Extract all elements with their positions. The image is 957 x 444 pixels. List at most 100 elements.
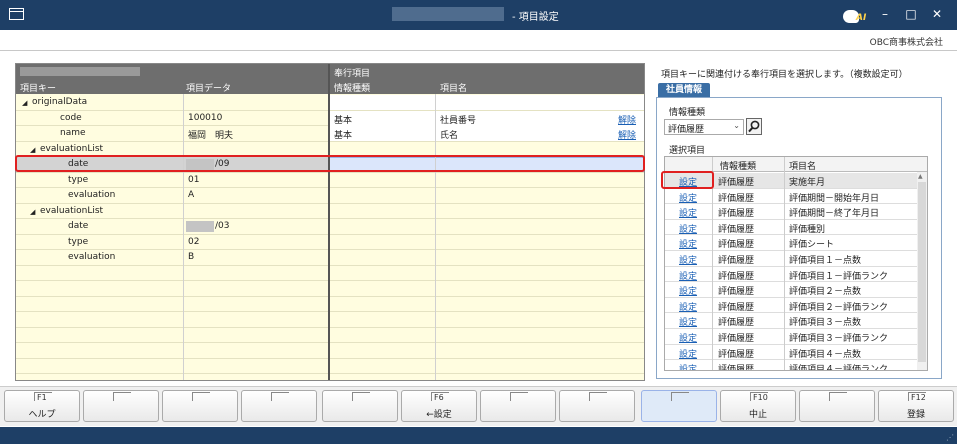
- grid-row[interactable]: type 01: [16, 173, 644, 188]
- item-key: date: [68, 221, 89, 231]
- grid-row[interactable]: [16, 343, 644, 359]
- grid-row-bugyo-cell[interactable]: [329, 235, 644, 250]
- title-redacted: [392, 7, 504, 21]
- settei-link[interactable]: 設定: [679, 191, 697, 204]
- settei-link[interactable]: 設定: [679, 347, 697, 360]
- title-bar: - 項目設定 AI – □ ✕: [0, 0, 957, 30]
- function-key-4[interactable]: [241, 390, 317, 422]
- highlight-settei-link: [661, 171, 714, 189]
- settei-link[interactable]: 設定: [679, 362, 697, 370]
- function-key-label: ←設定: [426, 410, 452, 420]
- selection-row: 設定 評価履歴 評価期間－終了年月日: [665, 204, 918, 220]
- function-key-6[interactable]: F6 ←設定: [401, 390, 477, 422]
- selection-item-name: 評価項目４－点数: [789, 349, 862, 360]
- settei-link[interactable]: 設定: [679, 222, 697, 235]
- function-key-number: [510, 392, 528, 401]
- info-type-select[interactable]: 評価履歴 ⌄: [664, 119, 744, 135]
- grid-row[interactable]: date/03: [16, 219, 644, 235]
- release-link[interactable]: 解除: [618, 128, 636, 141]
- grid-row[interactable]: [16, 328, 644, 343]
- grid-row-bugyo-cell[interactable]: [329, 343, 644, 358]
- selection-item-name: 評価期間－開始年月日: [789, 193, 880, 204]
- function-key-11[interactable]: [799, 390, 875, 422]
- grid-row[interactable]: evaluation A: [16, 188, 644, 204]
- grid-row-bugyo-cell[interactable]: [329, 328, 644, 343]
- group-header-redacted: [20, 67, 140, 76]
- maximize-button[interactable]: □: [903, 6, 919, 22]
- function-key-9[interactable]: [641, 390, 717, 422]
- expand-toggle-icon[interactable]: ◢: [30, 146, 35, 154]
- selection-info-type: 評価履歴: [718, 318, 755, 329]
- settei-link[interactable]: 設定: [679, 253, 697, 266]
- grid-row-bugyo-cell[interactable]: [329, 297, 644, 312]
- grid-row-bugyo-cell[interactable]: [329, 266, 644, 281]
- selection-item-name: 評価項目３－点数: [789, 318, 862, 329]
- selection-info-type: 評価履歴: [718, 256, 755, 266]
- company-name: OBC商事株式会社: [869, 38, 943, 48]
- grid-row-bugyo-cell[interactable]: [329, 281, 644, 296]
- close-button[interactable]: ✕: [929, 6, 945, 22]
- function-key-7[interactable]: [480, 390, 556, 422]
- grid-row[interactable]: [16, 297, 644, 312]
- selection-info-type: 評価履歴: [718, 193, 755, 204]
- function-key-2[interactable]: [83, 390, 159, 422]
- grid-row-bugyo-cell[interactable]: [329, 110, 644, 126]
- selection-row: 設定 評価履歴 評価項目３－点数: [665, 313, 918, 329]
- grid-row[interactable]: [16, 266, 644, 281]
- search-button[interactable]: [746, 118, 762, 135]
- grid-row[interactable]: evaluation B: [16, 250, 644, 266]
- function-key-12[interactable]: F12 登録: [878, 390, 954, 422]
- settei-link[interactable]: 設定: [679, 269, 697, 282]
- selection-info-type: 評価履歴: [718, 224, 755, 235]
- grid-row[interactable]: ◢ evaluationList: [16, 204, 644, 219]
- selection-info-type: 評価履歴: [718, 209, 755, 220]
- grid-row-bugyo-cell[interactable]: [329, 188, 644, 203]
- col-header-item-name: 項目名: [440, 84, 468, 94]
- settei-link[interactable]: 設定: [679, 315, 697, 328]
- grid-row[interactable]: [16, 359, 644, 374]
- settei-link[interactable]: 設定: [679, 300, 697, 313]
- redacted-value: [186, 221, 214, 232]
- grid-row-bugyo-cell[interactable]: [329, 204, 644, 219]
- function-key-10[interactable]: F10 中止: [720, 390, 796, 422]
- function-key-3[interactable]: [162, 390, 238, 422]
- function-key-number: F6: [431, 392, 449, 402]
- grid-row-bugyo-cell[interactable]: [329, 250, 644, 265]
- grid-row[interactable]: name 福岡 明夫 基本 氏名 解除: [16, 126, 644, 142]
- grid-row-bugyo-cell[interactable]: [329, 126, 644, 141]
- grid-row-bugyo-cell[interactable]: [329, 95, 644, 110]
- selection-scrollbar[interactable]: ▲: [917, 172, 927, 370]
- settei-link[interactable]: 設定: [679, 206, 697, 219]
- item-key: originalData: [32, 97, 88, 107]
- grid-row-bugyo-cell[interactable]: [329, 173, 644, 188]
- grid-row[interactable]: type 02: [16, 235, 644, 250]
- scroll-thumb[interactable]: [918, 182, 926, 362]
- selection-row: 設定 評価履歴 評価期間－開始年月日: [665, 189, 918, 205]
- expand-toggle-icon[interactable]: ◢: [22, 99, 27, 107]
- function-key-1[interactable]: F1 ヘルプ: [4, 390, 80, 422]
- selection-item-name: 評価項目２－評価ランク: [789, 302, 889, 313]
- selection-row: 設定 評価履歴 評価種別: [665, 220, 918, 236]
- ai-logo-icon: AI: [840, 4, 870, 26]
- settei-link[interactable]: 設定: [679, 237, 697, 250]
- function-key-number: F1: [34, 392, 52, 402]
- grid-row-bugyo-cell[interactable]: [329, 359, 644, 374]
- release-link[interactable]: 解除: [618, 113, 636, 126]
- item-key: evaluationList: [40, 205, 104, 216]
- tab-employee-info[interactable]: 社員情報: [658, 83, 710, 98]
- grid-row[interactable]: [16, 312, 644, 328]
- settei-link[interactable]: 設定: [679, 284, 697, 297]
- minimize-button[interactable]: –: [877, 6, 893, 22]
- item-key: evaluation: [68, 190, 116, 200]
- grid-row[interactable]: ◢ originalData: [16, 95, 644, 111]
- grid-row[interactable]: code 100010 基本 社員番号 解除: [16, 110, 644, 126]
- function-key-8[interactable]: [559, 390, 635, 422]
- settei-link[interactable]: 設定: [679, 331, 697, 344]
- grid-row-bugyo-cell[interactable]: [329, 312, 644, 327]
- function-key-5[interactable]: [322, 390, 398, 422]
- selection-info-type: 評価履歴: [718, 240, 755, 251]
- resize-grip-icon[interactable]: ⋰: [946, 433, 954, 442]
- grid-row-bugyo-cell[interactable]: [329, 219, 644, 234]
- expand-toggle-icon[interactable]: ◢: [30, 208, 35, 216]
- grid-row[interactable]: [16, 281, 644, 297]
